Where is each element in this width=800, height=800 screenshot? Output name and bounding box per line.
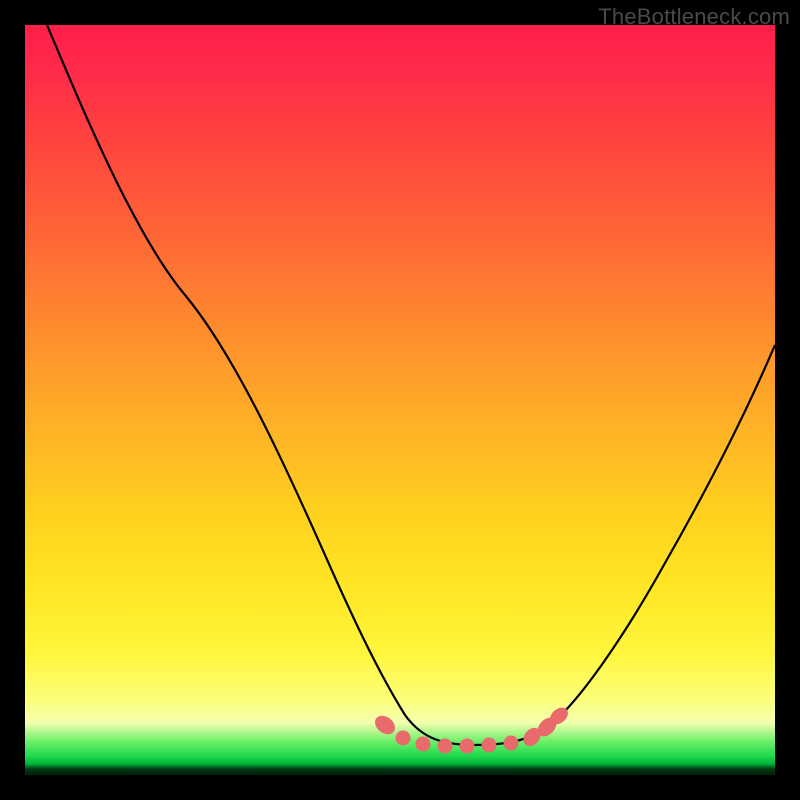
curve-layer xyxy=(25,25,775,775)
watermark-text: TheBottleneck.com xyxy=(598,4,790,30)
bottleneck-curve xyxy=(47,25,775,745)
chart-frame: TheBottleneck.com xyxy=(0,0,800,800)
plot-area xyxy=(25,25,775,775)
trough-markers xyxy=(371,704,571,753)
